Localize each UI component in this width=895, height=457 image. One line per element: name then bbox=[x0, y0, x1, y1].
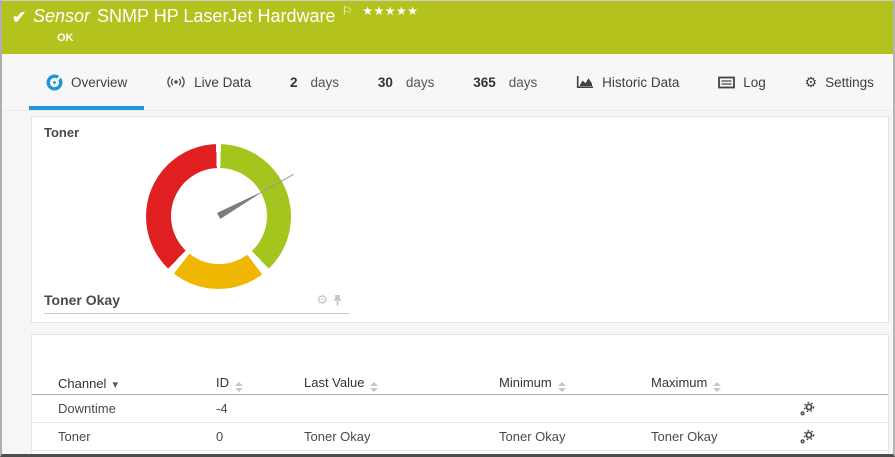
col-header-minimum[interactable]: Minimum bbox=[499, 375, 651, 392]
sensor-title-row: Sensor SNMP HP LaserJet Hardware ⚐ ★★★★★ bbox=[33, 6, 419, 27]
cell-minimum: Toner Okay bbox=[499, 429, 651, 444]
gauge-title: Toner bbox=[44, 125, 349, 140]
tab-overview[interactable]: Overview bbox=[29, 54, 144, 110]
sort-desc-icon: ▾ bbox=[112, 379, 118, 391]
tab-label: Log bbox=[743, 75, 766, 90]
cell-last-value: Toner Okay bbox=[304, 429, 499, 444]
col-header-maximum[interactable]: Maximum bbox=[651, 375, 799, 392]
col-header-channel[interactable]: Channel▾ bbox=[58, 376, 216, 391]
prtg-sensor-page: ✔ SensorSNMP HP LaserJet Hardware⚐★★★★★ … bbox=[0, 0, 895, 457]
widget-gear-icon[interactable]: ⚙ bbox=[316, 292, 328, 308]
tab-number: 365 bbox=[473, 75, 496, 90]
tab-bar: Overview Live Data 2 days 30 days 365 days bbox=[2, 54, 893, 111]
page-title: SNMP HP LaserJet Hardware bbox=[97, 6, 335, 26]
gauge-icon bbox=[46, 74, 63, 91]
sensor-header: ✔ SensorSNMP HP LaserJet Hardware⚐★★★★★ … bbox=[2, 1, 893, 54]
cell-channel: Downtime bbox=[58, 401, 216, 416]
area-chart-icon bbox=[576, 75, 594, 89]
table-header-row: Channel▾ ID Last Value Minimum Maximum bbox=[32, 373, 888, 395]
sort-both-icon bbox=[713, 382, 721, 392]
broadcast-icon bbox=[166, 75, 186, 89]
gear-icon: ⚙ bbox=[805, 74, 818, 91]
sort-both-icon bbox=[370, 382, 378, 392]
tab-label: Historic Data bbox=[602, 75, 679, 90]
tab-label: Settings bbox=[825, 75, 874, 90]
tab-2-days[interactable]: 2 days bbox=[273, 54, 356, 110]
tab-365-days[interactable]: 365 days bbox=[456, 54, 554, 110]
channel-settings-gears-icon[interactable] bbox=[799, 429, 839, 445]
channel-table-panel: Channel▾ ID Last Value Minimum Maximum bbox=[31, 334, 889, 457]
gauge-footer: Toner Okay ⚙ bbox=[44, 292, 349, 314]
table-row-downtime: Downtime -4 bbox=[32, 395, 888, 423]
sort-both-icon bbox=[558, 382, 566, 392]
sensor-type-label: Sensor bbox=[33, 6, 90, 26]
tab-label: Live Data bbox=[194, 75, 251, 90]
tab-number: 30 bbox=[378, 75, 393, 90]
channel-table: Channel▾ ID Last Value Minimum Maximum bbox=[32, 373, 888, 451]
status-badge: OK bbox=[57, 32, 74, 44]
tab-number: 2 bbox=[290, 75, 298, 90]
gauge-status-label: Toner Okay bbox=[44, 292, 120, 308]
gauge-area bbox=[44, 140, 349, 292]
overview-panel: Toner Toner Okay ⚙ bbox=[31, 116, 889, 323]
tab-historic-data[interactable]: Historic Data bbox=[559, 54, 696, 110]
col-header-id[interactable]: ID bbox=[216, 375, 304, 392]
priority-stars-icon[interactable]: ★★★★★ bbox=[362, 4, 418, 18]
status-ok-check-icon: ✔ bbox=[12, 8, 26, 28]
col-header-last-value[interactable]: Last Value bbox=[304, 375, 499, 392]
tab-live-data[interactable]: Live Data bbox=[149, 54, 268, 110]
tab-unit: days bbox=[406, 75, 435, 90]
flag-icon[interactable]: ⚐ bbox=[341, 4, 352, 18]
content-area: Toner Toner Okay ⚙ bbox=[2, 111, 893, 457]
table-row-toner: Toner 0 Toner Okay Toner Okay Toner Okay bbox=[32, 423, 888, 451]
cell-channel: Toner bbox=[58, 429, 216, 444]
cell-maximum: Toner Okay bbox=[651, 429, 799, 444]
channel-settings-gears-icon[interactable] bbox=[799, 401, 839, 417]
tab-label: Overview bbox=[71, 75, 127, 90]
toner-gauge bbox=[146, 144, 291, 289]
log-icon bbox=[718, 76, 735, 89]
tab-unit: days bbox=[509, 75, 538, 90]
tab-30-days[interactable]: 30 days bbox=[361, 54, 452, 110]
tab-log[interactable]: Log bbox=[701, 54, 783, 110]
cell-id: 0 bbox=[216, 429, 304, 444]
tab-unit: days bbox=[310, 75, 339, 90]
pin-icon[interactable] bbox=[332, 294, 343, 307]
sort-both-icon bbox=[235, 382, 243, 392]
toner-gauge-widget: Toner Toner Okay ⚙ bbox=[32, 117, 349, 322]
tab-settings[interactable]: ⚙ Settings bbox=[788, 54, 891, 110]
cell-id: -4 bbox=[216, 401, 304, 416]
